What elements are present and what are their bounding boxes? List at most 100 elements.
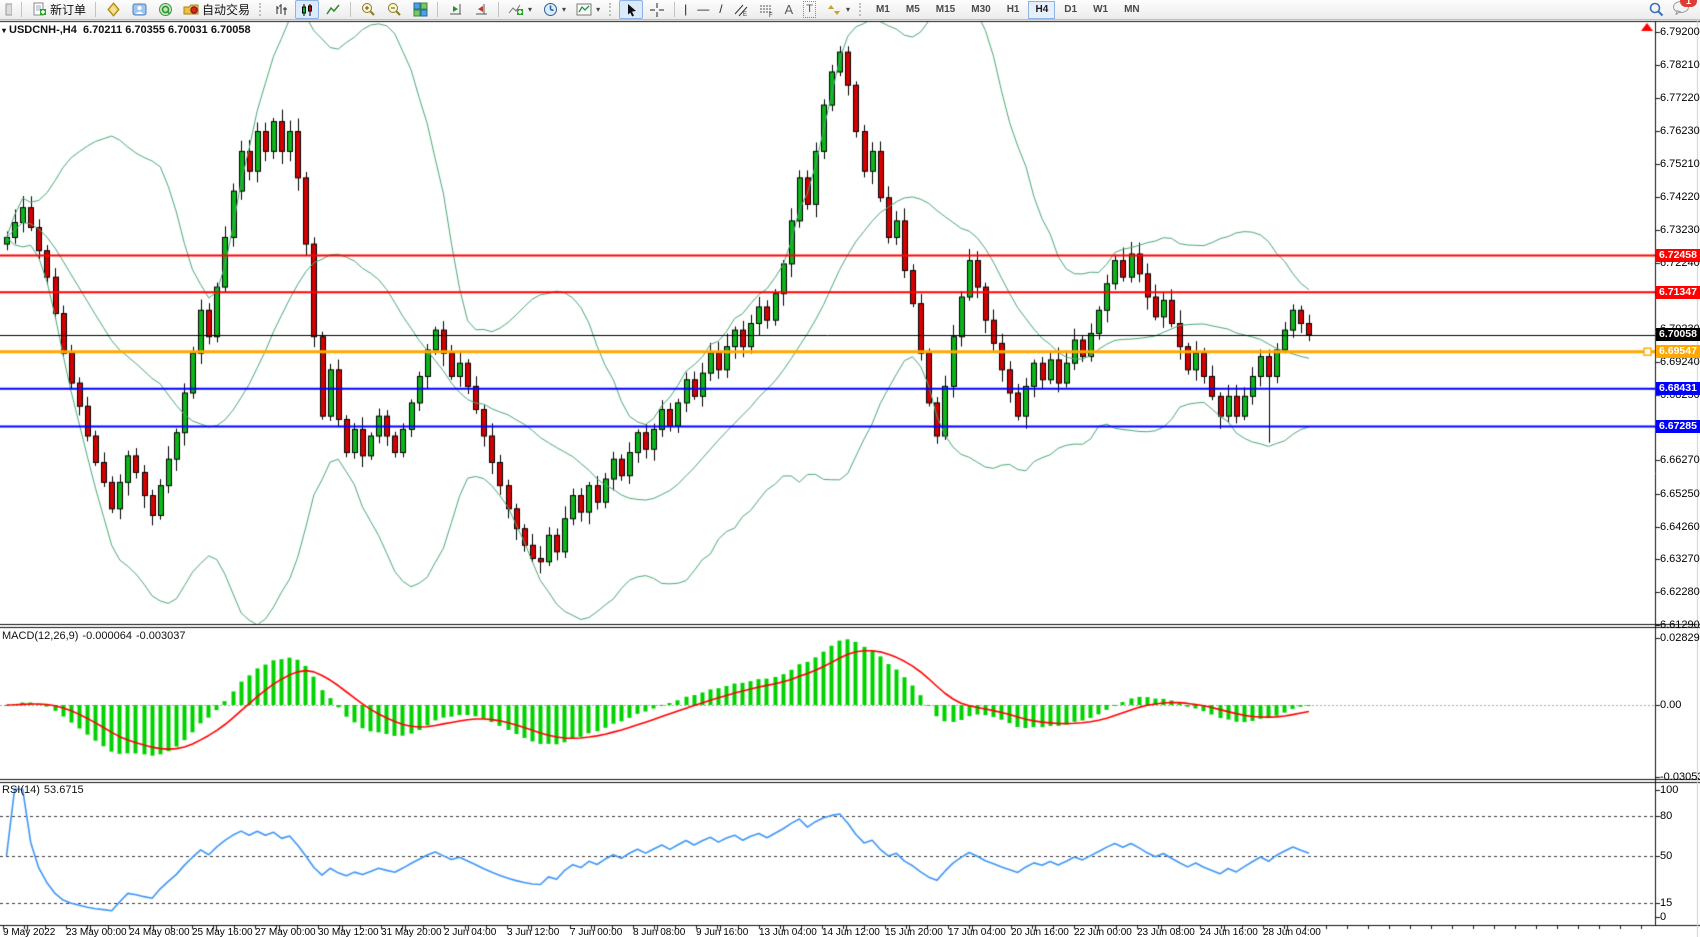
chart-canvas[interactable] (0, 0, 1700, 937)
price-badge: 6.70058 (1656, 328, 1700, 341)
separator (437, 2, 438, 17)
price-axis-tick: 6.75210 (1660, 158, 1700, 170)
zoom-out-icon (386, 2, 402, 17)
time-axis-label: 25 May 16:00 (192, 927, 253, 937)
trendline-tool-button[interactable]: / (715, 0, 726, 19)
tile-windows-icon (412, 2, 428, 17)
time-axis-label: 20 Jun 16:00 (1011, 927, 1069, 937)
horizontal-line-tool-button[interactable]: — (693, 0, 713, 19)
line-chart-button[interactable] (321, 0, 345, 19)
time-axis-label: 3 Jun 12:00 (507, 927, 559, 937)
chart-header: ▾USDCNH-,H4 6.70211 6.70355 6.70031 6.70… (2, 24, 251, 36)
text-tool-button[interactable]: A (781, 0, 798, 19)
timeframe-button-mn[interactable]: MN (1117, 1, 1147, 19)
auto-scroll-button[interactable] (443, 0, 467, 19)
macd-indicator-label: MACD(12,26,9)-0.000064-0.003037 (2, 630, 190, 642)
price-badge: 6.72458 (1656, 249, 1700, 262)
toolbar-grip (609, 3, 614, 16)
rsi-axis-tick: 100 (1660, 784, 1678, 796)
macd-axis-tick: -0.030537 (1660, 771, 1700, 783)
text-label-icon: T (803, 1, 816, 18)
price-axis-tick: 6.77220 (1660, 92, 1700, 104)
zoom-out-button[interactable] (382, 0, 406, 19)
time-axis-label: 23 Jun 08:00 (1137, 927, 1195, 937)
text-icon: A (785, 2, 794, 17)
autotrading-button[interactable]: 自动交易 (179, 0, 254, 19)
toolbar-grip (859, 3, 864, 16)
horizontal-line-icon: — (697, 2, 709, 17)
timeframe-button-m1[interactable]: M1 (869, 1, 897, 19)
price-axis-tick: 6.74220 (1660, 191, 1700, 203)
symbol-period-label: USDCNH-,H4 (9, 24, 77, 36)
window-edge-icon (0, 2, 16, 17)
timeframe-button-h1[interactable]: H1 (1000, 1, 1027, 19)
zoom-in-button[interactable] (356, 0, 380, 19)
candlestick-chart-button[interactable] (295, 0, 319, 19)
price-axis-tick: 6.61290 (1660, 619, 1700, 631)
search-icon[interactable] (1648, 2, 1664, 17)
rsi-indicator-label: RSI(14)53.6715 (2, 784, 88, 796)
arrows-icon (826, 2, 842, 17)
timeframe-button-m15[interactable]: M15 (929, 1, 962, 19)
chat-button[interactable]: 1 (1672, 0, 1690, 20)
chart-menu-caret-icon[interactable]: ▾ (2, 26, 6, 35)
indicators-button[interactable]: ▾ (504, 0, 536, 19)
indicators-icon (508, 2, 524, 17)
rsi-axis-tick: 80 (1660, 810, 1672, 822)
price-badge: 6.69547 (1656, 345, 1700, 358)
price-badge: 6.71347 (1656, 286, 1700, 299)
chart-shift-button[interactable] (469, 0, 493, 19)
vertical-line-tool-button[interactable]: | (680, 0, 691, 19)
crosshair-icon (649, 2, 665, 17)
clock-icon (542, 2, 558, 17)
dropdown-arrow-icon: ▾ (596, 5, 600, 14)
price-axis-tick: 6.64260 (1660, 521, 1700, 533)
timeframe-button-m5[interactable]: M5 (899, 1, 927, 19)
zoom-in-icon (360, 2, 376, 17)
time-axis-label: 8 Jun 08:00 (633, 927, 685, 937)
bar-chart-icon (273, 2, 289, 17)
channel-tool-button[interactable]: E (729, 0, 753, 19)
time-axis-label: 9 May 2022 (3, 927, 55, 937)
templates-button[interactable]: ▾ (572, 0, 604, 19)
toolbar-grip (259, 3, 264, 16)
timeframe-button-m30[interactable]: M30 (964, 1, 997, 19)
metaeditor-icon (105, 2, 121, 17)
price-axis-tick: 6.78210 (1660, 59, 1700, 71)
time-axis-label: 30 May 12:00 (318, 927, 379, 937)
autotrading-label: 自动交易 (202, 1, 250, 18)
mt4-window: 新订单 自动交易 (0, 0, 1700, 937)
ohlc-values: 6.70211 6.70355 6.70031 6.70058 (83, 24, 251, 36)
bar-chart-button[interactable] (269, 0, 293, 19)
macd-axis-tick: 0.00 (1660, 699, 1681, 711)
tile-windows-button[interactable] (408, 0, 432, 19)
metaeditor-button[interactable] (101, 0, 125, 19)
crosshair-tool-button[interactable] (645, 0, 669, 19)
timeframe-button-w1[interactable]: W1 (1086, 1, 1115, 19)
fibonacci-icon: F (759, 2, 775, 17)
templates-icon (576, 2, 592, 17)
fibonacci-tool-button[interactable]: F (755, 0, 779, 19)
periods-button[interactable]: ▾ (538, 0, 570, 19)
terminal-button[interactable] (127, 0, 151, 19)
price-axis-tick: 6.62280 (1660, 586, 1700, 598)
rsi-axis-tick: 15 (1660, 897, 1672, 909)
timeframe-button-d1[interactable]: D1 (1057, 1, 1084, 19)
price-badge: 6.67285 (1656, 420, 1700, 433)
price-axis-tick: 6.65250 (1660, 488, 1700, 500)
price-badge: 6.68431 (1656, 382, 1700, 395)
rsi-name: RSI(14) (2, 784, 40, 796)
price-axis-tick: 6.63270 (1660, 553, 1700, 565)
line-chart-icon (325, 2, 341, 17)
macd-signal-value: -0.003037 (136, 630, 186, 642)
time-axis-label: 28 Jun 04:00 (1263, 927, 1321, 937)
mql5-community-button[interactable] (153, 0, 177, 19)
time-axis-label: 24 Jun 16:00 (1200, 927, 1258, 937)
text-label-tool-button[interactable]: T (799, 0, 820, 19)
timeframe-button-h4[interactable]: H4 (1028, 1, 1055, 19)
new-order-icon (31, 2, 47, 17)
new-order-button[interactable]: 新订单 (27, 0, 90, 19)
arrows-tool-button[interactable]: ▾ (822, 0, 854, 19)
cursor-tool-button[interactable] (619, 0, 643, 19)
time-axis-label: 22 Jun 00:00 (1074, 927, 1132, 937)
